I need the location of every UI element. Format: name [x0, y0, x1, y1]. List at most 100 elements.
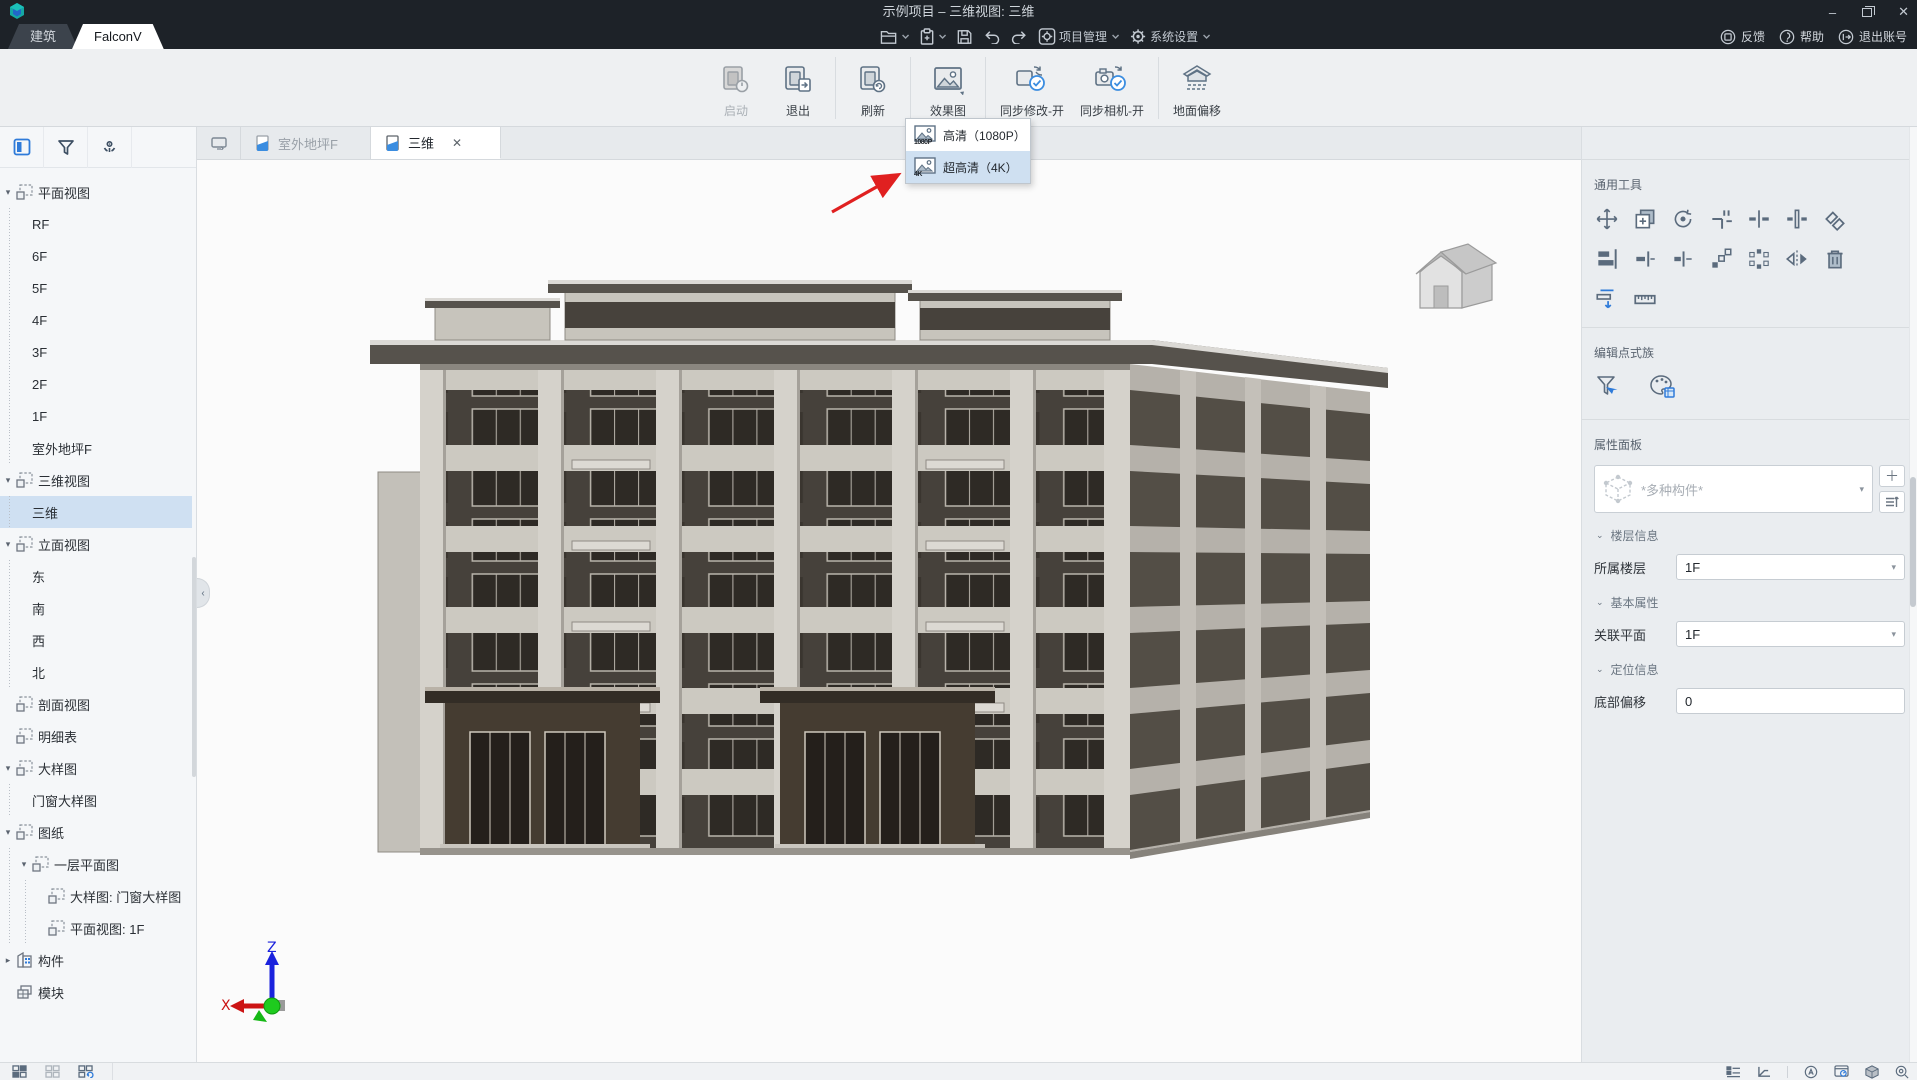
type-selector[interactable]: *多种构件* ▾: [1594, 465, 1873, 513]
render-image-button[interactable]: 效果图: [917, 55, 979, 121]
tree-item[interactable]: 南: [0, 592, 192, 624]
tree-item[interactable]: 东: [0, 560, 192, 592]
section-position-info[interactable]: ⌄ 定位信息: [1596, 661, 1905, 678]
new-project-button[interactable]: [919, 28, 946, 45]
tree-item[interactable]: 4F: [0, 304, 192, 336]
refresh-button[interactable]: 刷新: [842, 55, 904, 121]
save-button[interactable]: [956, 29, 972, 45]
open-file-button[interactable]: [879, 29, 909, 45]
zoom-fit-icon[interactable]: [1895, 1065, 1909, 1079]
ribbon-tab-falconv[interactable]: FalconV: [72, 24, 164, 49]
bottom-offset-input[interactable]: 0: [1676, 688, 1905, 714]
undo-button[interactable]: [982, 30, 1000, 44]
ground-offset-button[interactable]: 地面偏移: [1165, 55, 1229, 121]
tree-item[interactable]: 5F: [0, 272, 192, 304]
add-type-button[interactable]: ＋: [1879, 465, 1905, 487]
panel-scrollbar[interactable]: [1909, 127, 1917, 1062]
tree-chevron-expanded-icon[interactable]: ▾: [0, 763, 16, 774]
house-widget-icon[interactable]: [1406, 230, 1501, 322]
tree-item[interactable]: ▸构件: [0, 944, 192, 976]
corner-angle-icon[interactable]: [1757, 1066, 1771, 1078]
tree-item[interactable]: 3F: [0, 336, 192, 368]
close-tab-icon[interactable]: ✕: [452, 136, 462, 150]
maximize-button[interactable]: [1862, 8, 1872, 17]
array-icon[interactable]: [1708, 245, 1746, 273]
system-settings-menu[interactable]: 系统设置: [1129, 28, 1210, 45]
dropdown-item-4k[interactable]: 4K 超高清（4K）: [906, 151, 1030, 183]
section-basic-props[interactable]: ⌄ 基本属性: [1596, 594, 1905, 611]
tree-item[interactable]: 大样图: 门窗大样图: [0, 880, 192, 912]
shaded-cube-icon[interactable]: [1865, 1065, 1879, 1079]
trim-corner-icon[interactable]: [1708, 205, 1746, 233]
floor-select[interactable]: 1F▾: [1676, 554, 1905, 580]
material-edit-icon[interactable]: [1648, 373, 1686, 401]
tree-item[interactable]: ▾一层平面图: [0, 848, 192, 880]
close-button[interactable]: ✕: [1898, 4, 1909, 20]
delete-icon[interactable]: [1822, 245, 1860, 273]
tree-item[interactable]: ▾大样图: [0, 752, 192, 784]
tree-chevron-expanded-icon[interactable]: ▾: [0, 475, 16, 486]
tree-item[interactable]: 三维: [0, 496, 192, 528]
view-tab-3d[interactable]: 三维 ✕: [371, 127, 501, 159]
tree-item[interactable]: 平面视图: 1F: [0, 912, 192, 944]
sidebar-scrollbar[interactable]: [192, 557, 196, 777]
align-edge-icon[interactable]: [1632, 245, 1670, 273]
logout-button[interactable]: 退出账号: [1838, 28, 1907, 45]
split-icon[interactable]: [1784, 205, 1822, 233]
window-tile-icon[interactable]: [45, 1065, 60, 1078]
properties-list-icon[interactable]: [1726, 1066, 1741, 1078]
sort-properties-button[interactable]: [1879, 491, 1905, 513]
minimize-button[interactable]: –: [1829, 5, 1836, 20]
window-gauge-icon[interactable]: [1834, 1065, 1849, 1078]
filter-select-icon[interactable]: [1594, 373, 1632, 401]
tree-item[interactable]: 明细表: [0, 720, 192, 752]
tree-item[interactable]: 模块: [0, 976, 192, 1008]
window-restore-icon[interactable]: [78, 1065, 94, 1078]
project-management-menu[interactable]: 项目管理: [1038, 28, 1119, 45]
tree-item[interactable]: ▾平面视图: [0, 176, 192, 208]
measure-icon[interactable]: [1632, 285, 1670, 313]
tree-item[interactable]: ▾三维视图: [0, 464, 192, 496]
redo-button[interactable]: [1010, 30, 1028, 44]
feedback-button[interactable]: 反馈: [1720, 28, 1765, 45]
match-icon[interactable]: [1822, 205, 1860, 233]
tree-item[interactable]: ▾图纸: [0, 816, 192, 848]
tree-item[interactable]: 门窗大样图: [0, 784, 192, 816]
switch-view-icon[interactable]: [197, 127, 241, 159]
array-radial-icon[interactable]: [1746, 245, 1784, 273]
align-mid-icon[interactable]: [1670, 245, 1708, 273]
rotate-icon[interactable]: [1670, 205, 1708, 233]
tree-item[interactable]: 室外地坪F: [0, 432, 192, 464]
window-cascade-icon[interactable]: [12, 1065, 27, 1078]
tree-item[interactable]: 北: [0, 656, 192, 688]
sidebar-collapse-handle[interactable]: ‹: [197, 578, 210, 608]
tree-item[interactable]: 1F: [0, 400, 192, 432]
tree-chevron-expanded-icon[interactable]: ▾: [0, 187, 16, 198]
offset-icon[interactable]: [1594, 285, 1632, 313]
viewport-3d[interactable]: Z X ‹: [197, 160, 1581, 1062]
copy-icon[interactable]: [1632, 205, 1670, 233]
auto-mode-icon[interactable]: [1804, 1065, 1818, 1079]
sync-modify-toggle[interactable]: 同步修改-开: [992, 55, 1072, 121]
tree-chevron-expanded-icon[interactable]: ▾: [0, 827, 16, 838]
tree-chevron-expanded-icon[interactable]: ▾: [16, 859, 32, 870]
tree-item[interactable]: 6F: [0, 240, 192, 272]
ribbon-tab-architecture[interactable]: 建筑: [8, 24, 78, 49]
tree-chevron-collapsed-icon[interactable]: ▸: [0, 955, 16, 966]
panel-toggle-icon[interactable]: [0, 127, 44, 168]
tree-item[interactable]: ▾立面视图: [0, 528, 192, 560]
section-floor-info[interactable]: ⌄ 楼层信息: [1596, 527, 1905, 544]
align-icon[interactable]: [1594, 245, 1632, 273]
mirror-icon[interactable]: [1784, 245, 1822, 273]
plane-select[interactable]: 1F▾: [1676, 621, 1905, 647]
trim-single-icon[interactable]: [1746, 205, 1784, 233]
filter-icon[interactable]: [44, 127, 88, 168]
exit-button[interactable]: 退出: [767, 55, 829, 121]
locate-icon[interactable]: [88, 127, 132, 168]
tree-item[interactable]: 剖面视图: [0, 688, 192, 720]
move-icon[interactable]: [1594, 205, 1632, 233]
dropdown-item-1080p[interactable]: 1080P 高清（1080P）: [906, 119, 1030, 151]
help-button[interactable]: 帮助: [1779, 28, 1824, 45]
view-tab-site[interactable]: 室外地坪F: [241, 127, 371, 159]
tree-chevron-expanded-icon[interactable]: ▾: [0, 539, 16, 550]
